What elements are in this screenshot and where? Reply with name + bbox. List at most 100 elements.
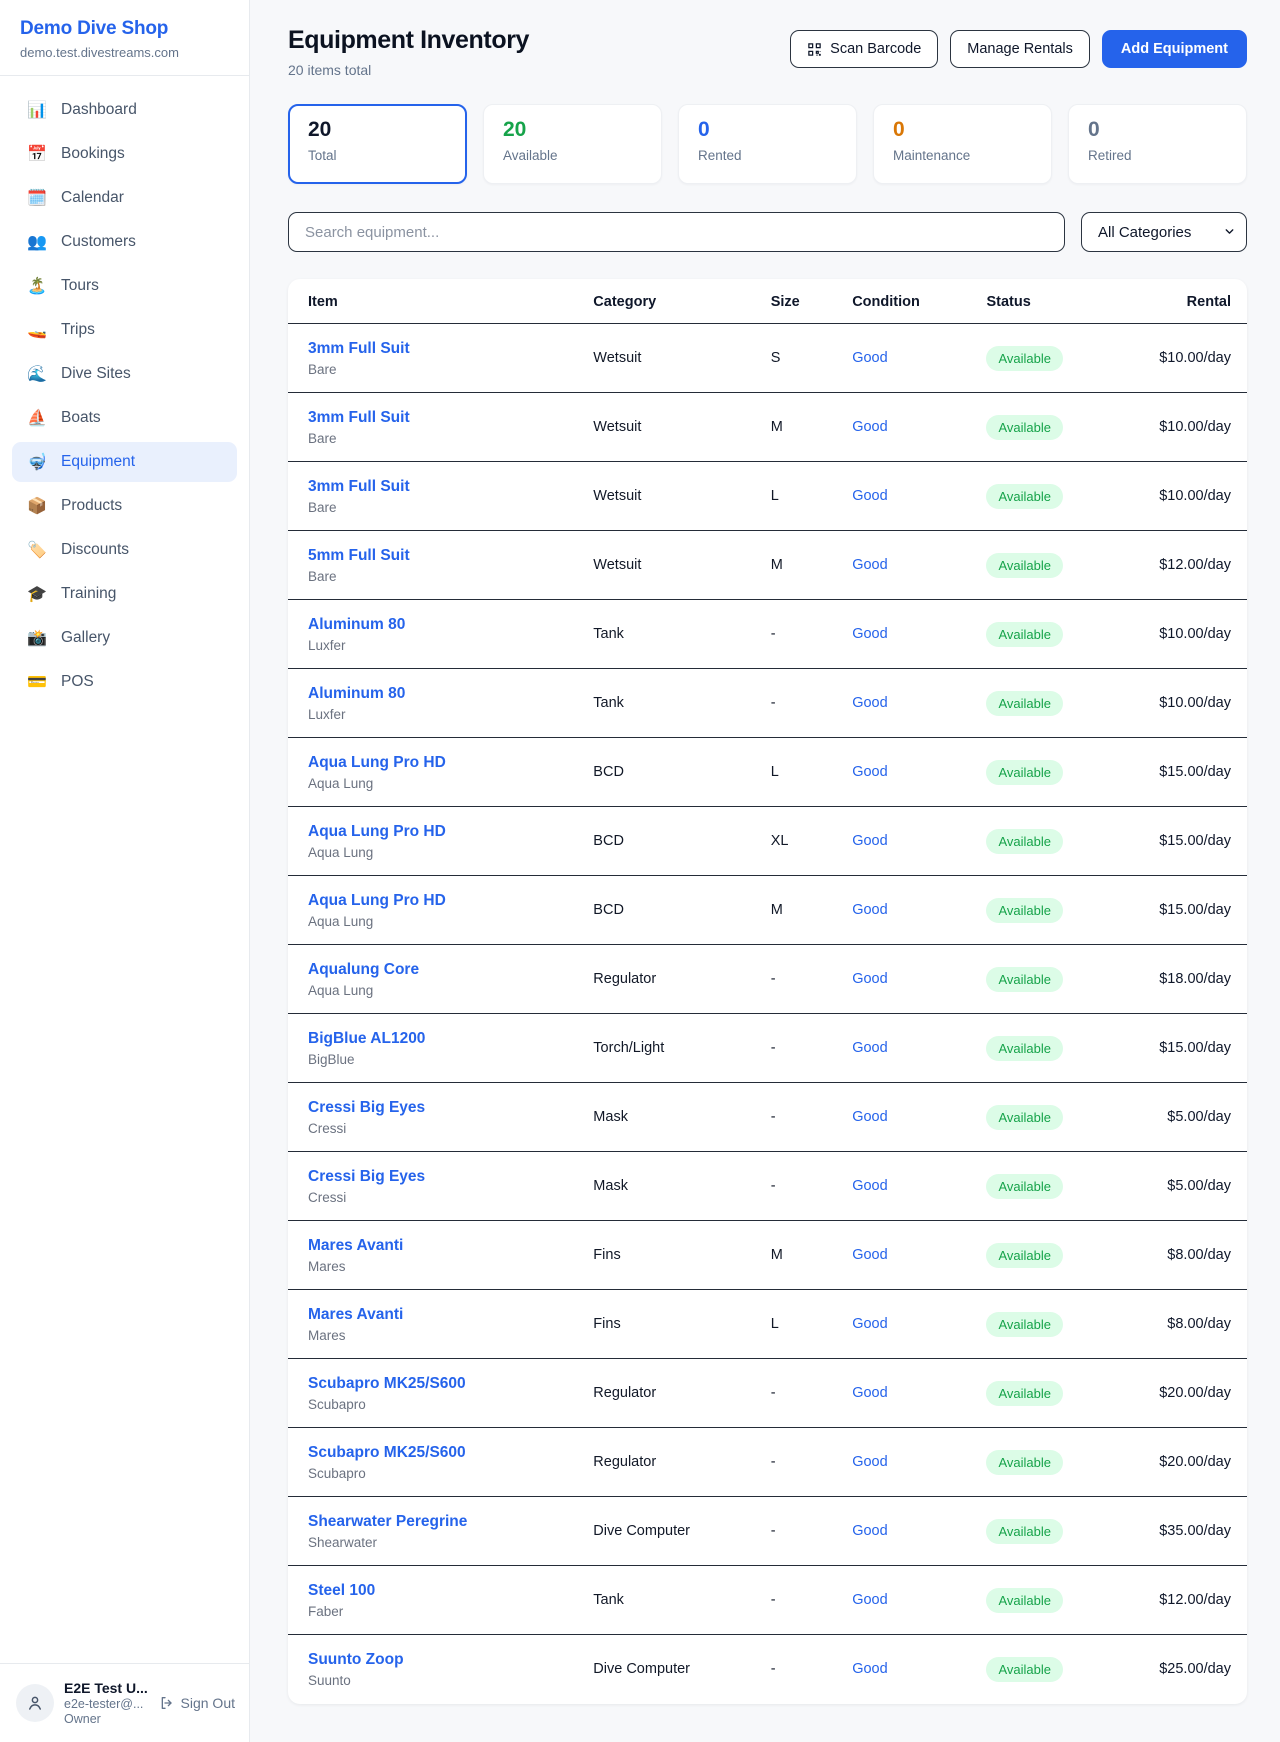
sidebar-item-boats[interactable]: ⛵ Boats [12,398,237,438]
sidebar-item-products[interactable]: 📦 Products [12,486,237,526]
search-input[interactable] [288,212,1065,252]
item-name-link[interactable]: 5mm Full Suit [308,547,410,564]
table-row[interactable]: Cressi Big Eyes Cressi Mask - Good Avail… [288,1083,1247,1152]
item-condition-link[interactable]: Good [852,833,887,849]
stat-card-rented[interactable]: 0 Rented [678,104,857,184]
table-row[interactable]: Aqua Lung Pro HD Aqua Lung BCD M Good Av… [288,876,1247,945]
item-name-link[interactable]: 3mm Full Suit [308,478,410,495]
item-condition-link[interactable]: Good [852,764,887,780]
status-badge: Available [986,553,1063,578]
item-condition-link[interactable]: Good [852,1040,887,1056]
sidebar-item-training[interactable]: 🎓 Training [12,574,237,614]
table-row[interactable]: Mares Avanti Mares Fins M Good Available… [288,1221,1247,1290]
table-row[interactable]: Mares Avanti Mares Fins L Good Available… [288,1290,1247,1359]
sidebar-item-calendar[interactable]: 🗓️ Calendar [12,178,237,218]
item-condition-link[interactable]: Good [852,1385,887,1401]
item-name-link[interactable]: 3mm Full Suit [308,340,410,357]
item-name-link[interactable]: Aqualung Core [308,961,419,978]
stat-card-retired[interactable]: 0 Retired [1068,104,1247,184]
sidebar-item-discounts[interactable]: 🏷️ Discounts [12,530,237,570]
item-name-link[interactable]: Scubapro MK25/S600 [308,1444,466,1461]
item-condition-link[interactable]: Good [852,350,887,366]
sign-out-button[interactable]: Sign Out [159,1695,235,1711]
stat-card-total[interactable]: 20 Total [288,104,467,184]
item-name-link[interactable]: Aluminum 80 [308,616,405,633]
manage-rentals-button[interactable]: Manage Rentals [950,30,1090,68]
table-row[interactable]: Steel 100 Faber Tank - Good Available $1… [288,1566,1247,1635]
table-row[interactable]: Suunto Zoop Suunto Dive Computer - Good … [288,1635,1247,1704]
stat-value: 0 [893,118,1032,142]
sidebar-item-dashboard[interactable]: 📊 Dashboard [12,90,237,130]
item-condition-link[interactable]: Good [852,1109,887,1125]
item-name-link[interactable]: Cressi Big Eyes [308,1168,425,1185]
category-select[interactable]: All Categories [1081,212,1247,252]
item-condition-link[interactable]: Good [852,488,887,504]
sidebar-item-label: Bookings [61,145,125,163]
item-condition-link[interactable]: Good [852,626,887,642]
table-row[interactable]: Scubapro MK25/S600 Scubapro Regulator - … [288,1359,1247,1428]
item-condition-link[interactable]: Good [852,1592,887,1608]
brand-domain: demo.test.divestreams.com [20,45,229,60]
table-row[interactable]: 3mm Full Suit Bare Wetsuit L Good Availa… [288,462,1247,531]
item-condition-link[interactable]: Good [852,1454,887,1470]
item-brand: Aqua Lung [308,776,577,791]
table-row[interactable]: Aluminum 80 Luxfer Tank - Good Available… [288,669,1247,738]
items-total-count: 20 items total [288,62,529,78]
sidebar-item-dive-sites[interactable]: 🌊 Dive Sites [12,354,237,394]
add-equipment-button[interactable]: Add Equipment [1102,30,1247,68]
table-row[interactable]: Cressi Big Eyes Cressi Mask - Good Avail… [288,1152,1247,1221]
item-condition-link[interactable]: Good [852,1661,887,1677]
item-size: L [763,462,845,531]
item-condition-link[interactable]: Good [852,557,887,573]
item-condition-link[interactable]: Good [852,1247,887,1263]
item-condition-link[interactable]: Good [852,971,887,987]
table-row[interactable]: Shearwater Peregrine Shearwater Dive Com… [288,1497,1247,1566]
sidebar-item-pos[interactable]: 💳 POS [12,662,237,702]
status-badge: Available [986,484,1063,509]
item-name-link[interactable]: Shearwater Peregrine [308,1513,467,1530]
item-size: M [763,1221,845,1290]
stat-card-maintenance[interactable]: 0 Maintenance [873,104,1052,184]
item-condition-link[interactable]: Good [852,419,887,435]
item-name-link[interactable]: Scubapro MK25/S600 [308,1375,466,1392]
item-name-link[interactable]: 3mm Full Suit [308,409,410,426]
sidebar-item-trips[interactable]: 🚤 Trips [12,310,237,350]
table-row[interactable]: Aqua Lung Pro HD Aqua Lung BCD XL Good A… [288,807,1247,876]
item-condition-link[interactable]: Good [852,1316,887,1332]
item-name-link[interactable]: Aqua Lung Pro HD [308,823,446,840]
user-email: e2e-tester@... [64,1697,149,1711]
table-row[interactable]: Aluminum 80 Luxfer Tank - Good Available… [288,600,1247,669]
scan-barcode-button[interactable]: Scan Barcode [790,30,938,68]
item-name-link[interactable]: BigBlue AL1200 [308,1030,425,1047]
status-badge: Available [986,622,1063,647]
table-row[interactable]: Aqualung Core Aqua Lung Regulator - Good… [288,945,1247,1014]
table-row[interactable]: 5mm Full Suit Bare Wetsuit M Good Availa… [288,531,1247,600]
item-condition-link[interactable]: Good [852,1178,887,1194]
item-name-link[interactable]: Steel 100 [308,1582,375,1599]
sidebar-item-gallery[interactable]: 📸 Gallery [12,618,237,658]
avatar [16,1684,54,1722]
add-equipment-label: Add Equipment [1121,41,1228,57]
table-row[interactable]: 3mm Full Suit Bare Wetsuit S Good Availa… [288,324,1247,393]
item-name-link[interactable]: Mares Avanti [308,1237,403,1254]
sidebar-item-equipment[interactable]: 🤿 Equipment [12,442,237,482]
table-row[interactable]: BigBlue AL1200 BigBlue Torch/Light - Goo… [288,1014,1247,1083]
stat-card-available[interactable]: 20 Available [483,104,662,184]
table-row[interactable]: 3mm Full Suit Bare Wetsuit M Good Availa… [288,393,1247,462]
item-condition-link[interactable]: Good [852,695,887,711]
table-row[interactable]: Aqua Lung Pro HD Aqua Lung BCD L Good Av… [288,738,1247,807]
sidebar-item-customers[interactable]: 👥 Customers [12,222,237,262]
item-name-link[interactable]: Suunto Zoop [308,1651,404,1668]
item-category: BCD [585,807,762,876]
item-name-link[interactable]: Aqua Lung Pro HD [308,892,446,909]
item-condition-link[interactable]: Good [852,1523,887,1539]
table-row[interactable]: Scubapro MK25/S600 Scubapro Regulator - … [288,1428,1247,1497]
item-name-link[interactable]: Cressi Big Eyes [308,1099,425,1116]
item-name-link[interactable]: Aluminum 80 [308,685,405,702]
item-name-link[interactable]: Aqua Lung Pro HD [308,754,446,771]
item-condition-link[interactable]: Good [852,902,887,918]
sidebar-item-bookings[interactable]: 📅 Bookings [12,134,237,174]
sidebar-item-tours[interactable]: 🏝️ Tours [12,266,237,306]
item-name-link[interactable]: Mares Avanti [308,1306,403,1323]
page-header: Equipment Inventory 20 items total Scan … [288,26,1247,78]
